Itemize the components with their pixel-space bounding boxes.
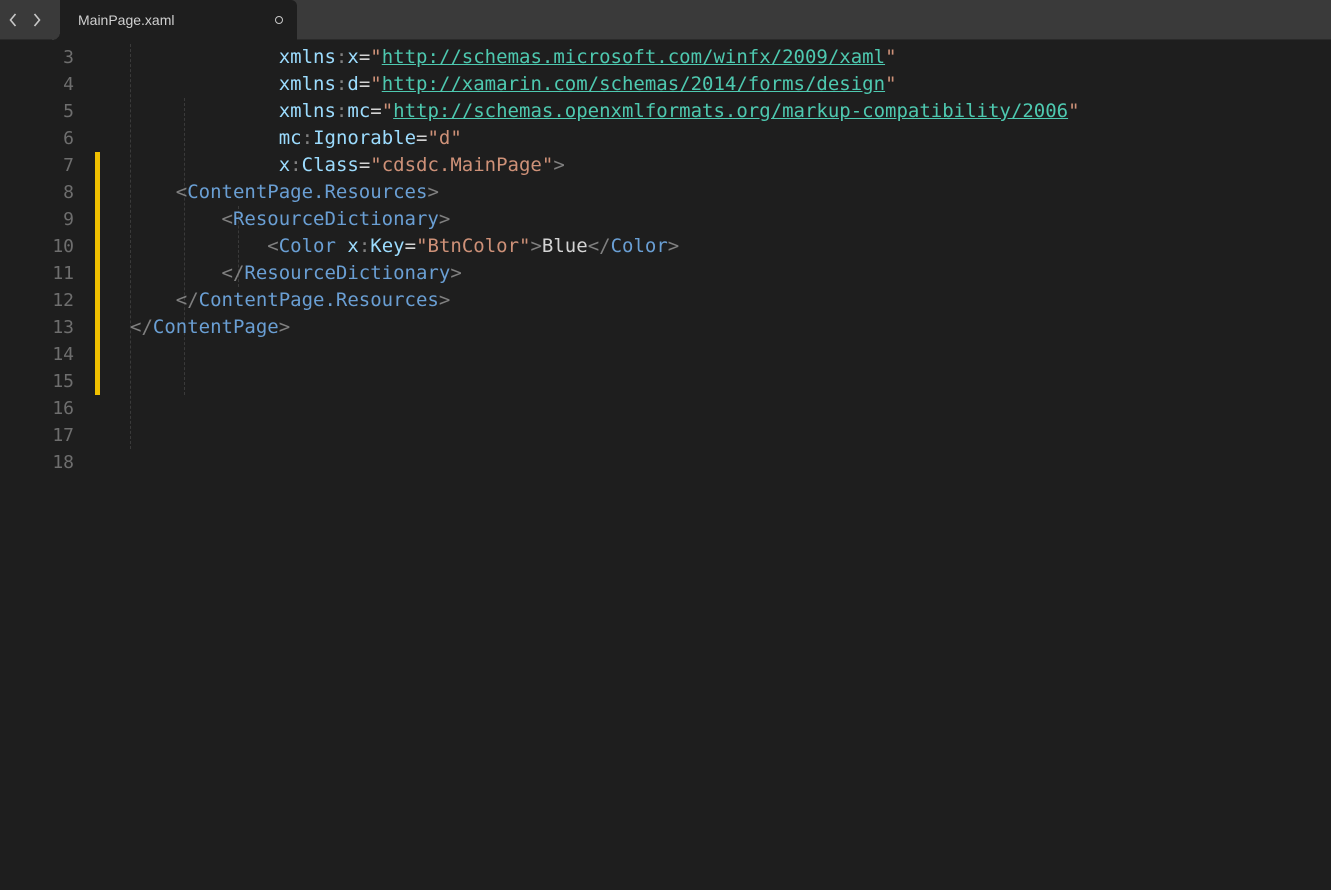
- scrollbar[interactable]: [1317, 40, 1331, 890]
- tab-dirty-indicator-icon[interactable]: [275, 16, 283, 24]
- line-number: 16: [0, 395, 100, 422]
- line-number: 3: [0, 44, 100, 71]
- line-number: 14: [0, 341, 100, 368]
- code-line: </ContentPage.Resources>: [130, 287, 1331, 314]
- nav-forward-icon[interactable]: [31, 12, 42, 28]
- code-line: xmlns:d="http://xamarin.com/schemas/2014…: [130, 71, 1331, 98]
- gutter: 3456789101112131415161718: [0, 40, 100, 890]
- line-number: 12: [0, 287, 100, 314]
- line-number: 7: [0, 152, 100, 179]
- line-number: 11: [0, 260, 100, 287]
- nav-arrows: [0, 12, 50, 28]
- line-number: 17: [0, 422, 100, 449]
- tab-mainpage[interactable]: MainPage.xaml: [60, 0, 297, 40]
- line-number: 5: [0, 98, 100, 125]
- editor: 3456789101112131415161718 xmlns:x="http:…: [0, 40, 1331, 890]
- code-line: </ContentPage>: [130, 314, 1331, 341]
- nav-back-icon[interactable]: [8, 12, 19, 28]
- line-number: 10: [0, 233, 100, 260]
- tab-label: MainPage.xaml: [78, 12, 175, 28]
- line-number: 8: [0, 179, 100, 206]
- line-number: 18: [0, 449, 100, 476]
- line-number: 13: [0, 314, 100, 341]
- title-bar: MainPage.xaml: [0, 0, 1331, 40]
- code-line: <ResourceDictionary>: [130, 206, 1331, 233]
- code-line: xmlns:mc="http://schemas.openxmlformats.…: [130, 98, 1331, 125]
- line-number: 4: [0, 71, 100, 98]
- code-line: </ResourceDictionary>: [130, 260, 1331, 287]
- code-line: x:Class="cdsdc.MainPage">: [130, 152, 1331, 179]
- code-line: <Color x:Key="BtnColor">Blue</Color>: [130, 233, 1331, 260]
- code-line: mc:Ignorable="d": [130, 125, 1331, 152]
- code-area[interactable]: xmlns:x="http://schemas.microsoft.com/wi…: [100, 40, 1331, 890]
- line-number: 9: [0, 206, 100, 233]
- code-line: <ContentPage.Resources>: [130, 179, 1331, 206]
- line-number: 15: [0, 368, 100, 395]
- code-line: xmlns:x="http://schemas.microsoft.com/wi…: [130, 44, 1331, 71]
- line-number: 6: [0, 125, 100, 152]
